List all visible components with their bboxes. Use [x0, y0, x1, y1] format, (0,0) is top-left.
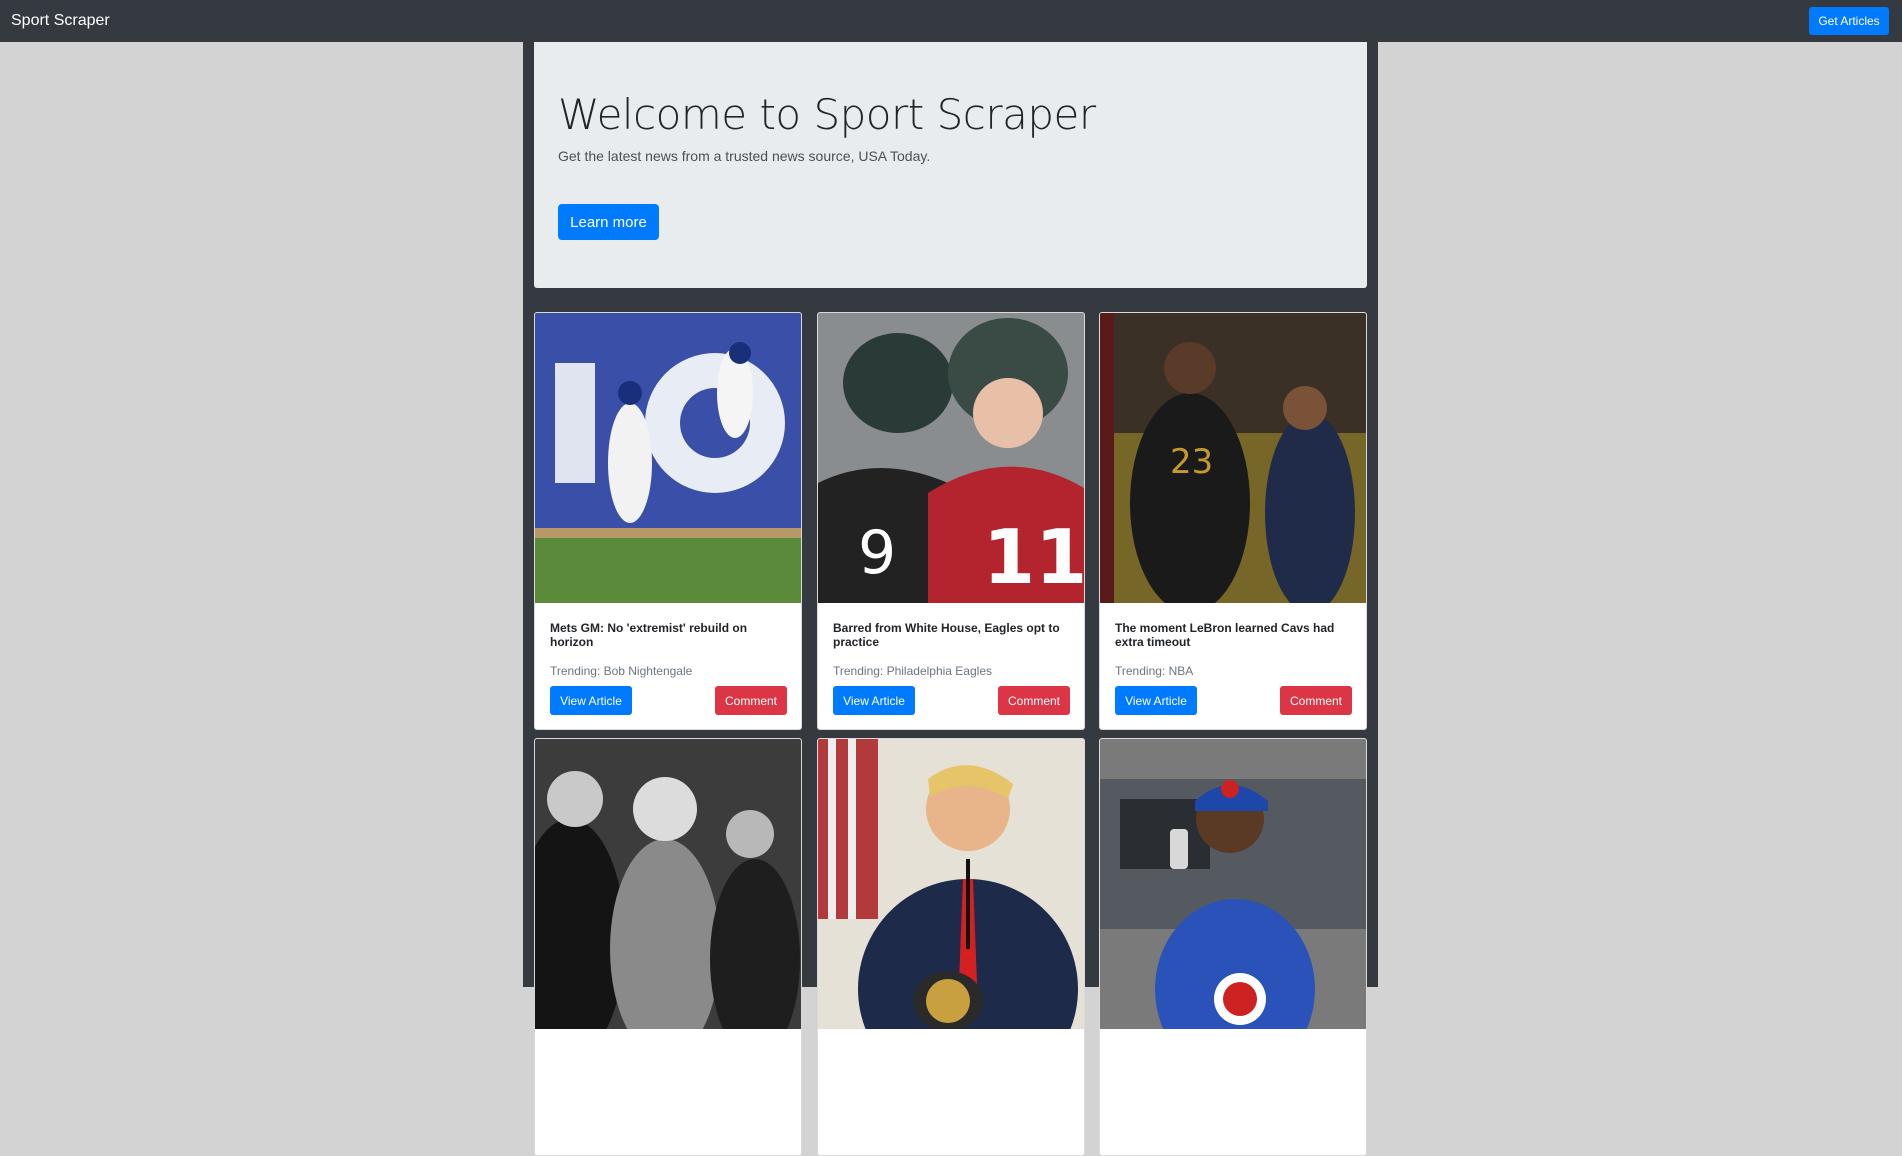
article-image-men-laughing[interactable] — [535, 739, 801, 1029]
article-card: 23 The moment LeBron learned Cavs had ex… — [1099, 312, 1367, 730]
article-card — [1099, 738, 1367, 1156]
article-image-basketball[interactable]: 23 — [1100, 313, 1366, 603]
article-trending: Trending: NBA — [1115, 664, 1194, 678]
view-article-button[interactable]: View Article — [550, 686, 632, 715]
navbar-brand[interactable]: Sport Scraper — [11, 12, 110, 30]
comment-button[interactable]: Comment — [715, 686, 787, 715]
article-image-cubs-fan[interactable] — [1100, 739, 1366, 1029]
jumbotron: Welcome to Sport Scraper Get the latest … — [534, 42, 1367, 288]
article-title: The moment LeBron learned Cavs had extra… — [1115, 621, 1335, 649]
comment-button[interactable]: Comment — [1280, 686, 1352, 715]
svg-text:9: 9 — [858, 518, 896, 588]
article-image-baseball[interactable] — [535, 313, 801, 603]
comment-button[interactable]: Comment — [998, 686, 1070, 715]
article-card: Mets GM: No 'extremist' rebuild on horiz… — [534, 312, 802, 730]
view-article-button[interactable]: View Article — [833, 686, 915, 715]
jumbotron-lead: Get the latest news from a trusted news … — [558, 148, 931, 164]
learn-more-button[interactable]: Learn more — [558, 204, 659, 240]
navbar: Sport Scraper Get Articles — [0, 0, 1902, 42]
article-card: 9 11 Barred from White House, Eagles opt… — [817, 312, 1085, 730]
get-articles-button[interactable]: Get Articles — [1809, 7, 1889, 35]
view-article-button[interactable]: View Article — [1115, 686, 1197, 715]
article-trending: Trending: Bob Nightengale — [550, 664, 693, 678]
article-title: Mets GM: No 'extremist' rebuild on horiz… — [550, 621, 748, 649]
article-card — [817, 738, 1085, 1156]
page-title: Welcome to Sport Scraper — [558, 90, 1096, 139]
article-card — [534, 738, 802, 1156]
svg-text:23: 23 — [1170, 442, 1213, 482]
article-title: Barred from White House, Eagles opt to p… — [833, 621, 1060, 649]
main-container: Welcome to Sport Scraper Get the latest … — [523, 42, 1378, 1156]
article-image-podium-speaker[interactable] — [818, 739, 1084, 1029]
article-trending: Trending: Philadelphia Eagles — [833, 664, 992, 678]
svg-text:11: 11 — [983, 513, 1084, 601]
article-image-football[interactable]: 9 11 — [818, 313, 1084, 603]
